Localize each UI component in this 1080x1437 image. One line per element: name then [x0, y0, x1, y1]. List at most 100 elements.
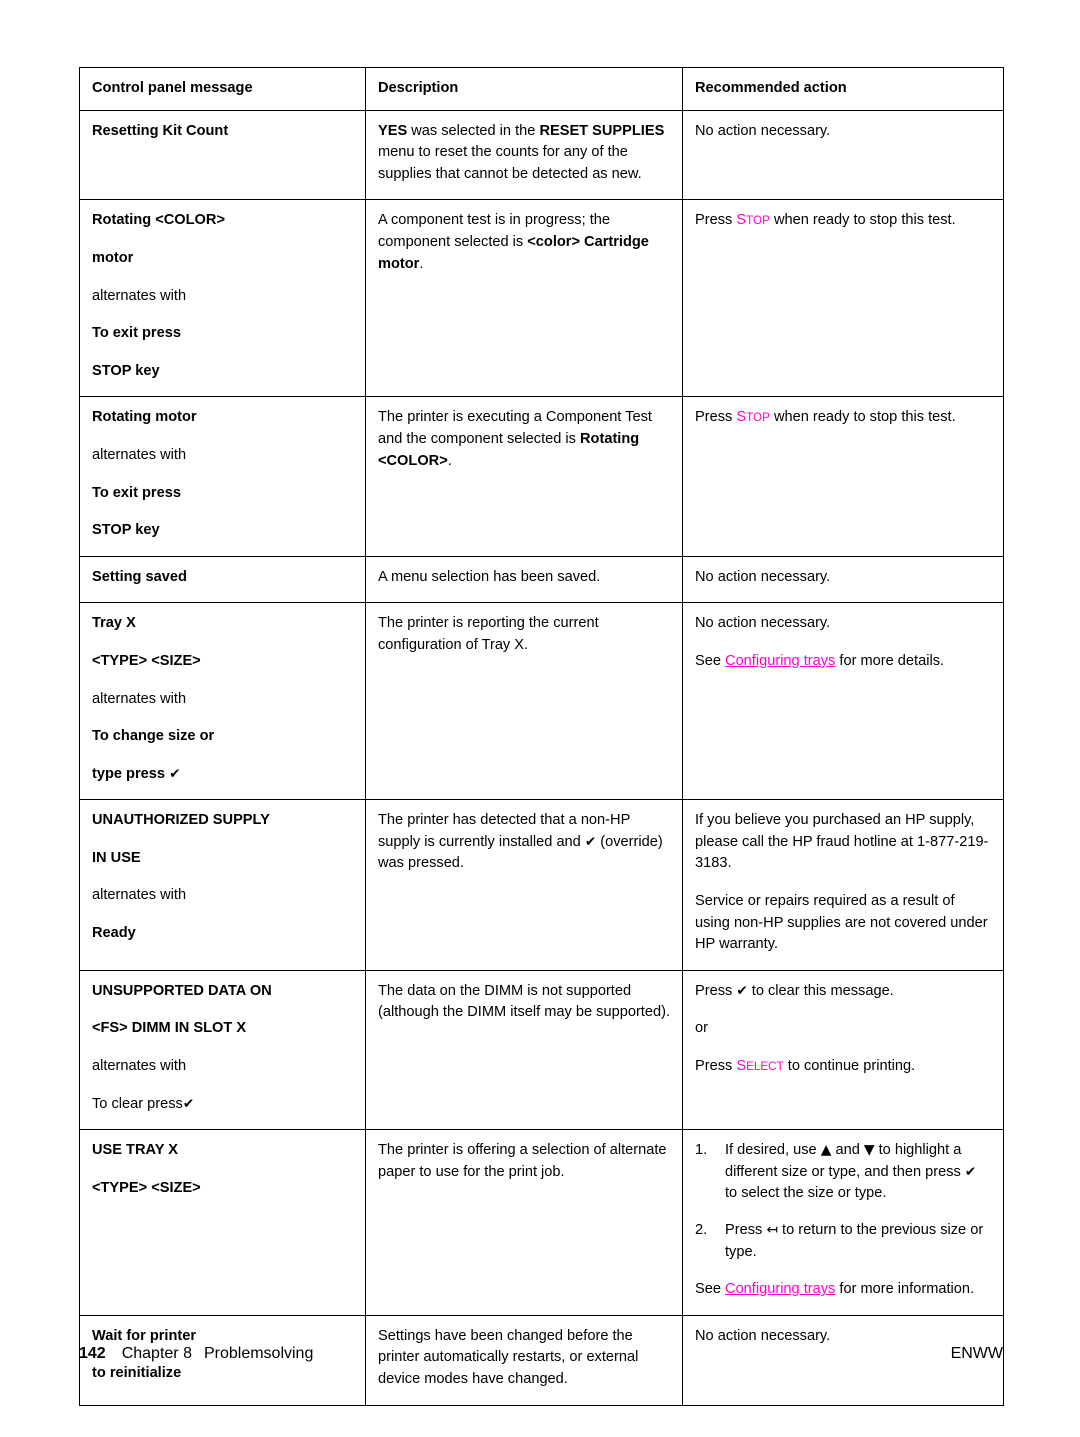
message-alternates-line: alternates with: [92, 887, 187, 904]
down-arrow-icon: ▼: [863, 1142, 875, 1159]
table-row: Rotating motor alternates with To exit pre…: [79, 396, 1004, 557]
table-row: USE TRAY X <TYPE> <SIZE> The printer is of…: [79, 1129, 1004, 1316]
cell-recommended-action: If desired, use ▲ and ▼ to highlight a d…: [682, 1129, 1004, 1316]
message-alternates-line: alternates with: [92, 690, 187, 707]
cell-control-panel-message: Rotating <COLOR> motor alternates with To e…: [79, 199, 366, 398]
message-line: motor: [92, 249, 134, 266]
message-line: Tray X: [92, 615, 136, 632]
control-key-stop: STOP: [736, 212, 770, 229]
cross-reference-link[interactable]: Configuring trays: [725, 1281, 835, 1297]
cell-description: The data on the DIMM is not supported (a…: [365, 969, 683, 1131]
message-line: <TYPE> <SIZE>: [92, 652, 201, 669]
table-row: Rotating <COLOR> motor alternates with To e…: [79, 199, 1004, 398]
cell-recommended-action: No action necessary.: [682, 555, 1004, 604]
message-line: <TYPE> <SIZE>: [92, 1179, 201, 1196]
footer-chapter: Chapter 8: [121, 1345, 192, 1362]
checkmark-icon: ✔: [736, 982, 748, 999]
message-line: UNAUTHORIZED SUPPLY: [92, 812, 270, 829]
message-line: STOP key: [92, 362, 160, 379]
description-text: A menu selection has been saved.: [378, 568, 601, 585]
cell-description: The printer is offering a selection of a…: [365, 1129, 683, 1316]
message-line: Setting saved: [92, 568, 187, 585]
message-line: To change size or: [92, 728, 215, 745]
action-paragraph: Service or repairs required as a result …: [695, 893, 988, 953]
action-step: If desired, use ▲ and ▼ to highlight a d…: [695, 1140, 977, 1202]
action-paragraph: See Configuring trays for more informati…: [695, 1281, 975, 1298]
column-header-message: Control panel message: [79, 67, 366, 111]
page-footer: 142 Chapter 8 Problemsolving ENWW: [79, 1346, 1003, 1362]
cell-control-panel-message: Tray X <TYPE> <SIZE> alternates with To cha…: [79, 602, 366, 801]
checkmark-icon: ✔: [169, 765, 181, 782]
cell-description: The printer is executing a Component Tes…: [365, 396, 683, 557]
action-paragraph: No action necessary.: [695, 122, 831, 139]
column-header-description: Description: [365, 67, 683, 111]
description-text: A component test is in progress; the com…: [378, 212, 649, 272]
cell-control-panel-message: Rotating motor alternates with To exit pre…: [79, 396, 366, 557]
description-text: The printer is offering a selection of a…: [378, 1142, 667, 1180]
emphasis-text: YES: [378, 122, 408, 139]
checkmark-icon: ✔: [964, 1163, 977, 1180]
cell-recommended-action: No action necessary. See Configuring tray…: [682, 602, 1004, 801]
message-line: <FS> DIMM IN SLOT X: [92, 1020, 247, 1037]
description-text: The printer has detected that a non-HP s…: [378, 812, 663, 872]
cell-control-panel-message: UNAUTHORIZED SUPPLY IN USE alternates with…: [79, 799, 366, 971]
message-alternates-line: alternates with: [92, 287, 187, 304]
action-paragraph: If you believe you purchased an HP suppl…: [695, 812, 989, 872]
table-header-row: Control panel message Description Recomm…: [79, 67, 1004, 111]
action-paragraph: Press STOP when ready to stop this test.: [695, 212, 956, 229]
action-paragraph: No action necessary.: [695, 1327, 831, 1344]
description-text: The data on the DIMM is not supported (a…: [378, 982, 671, 1021]
footer-section: Problemsolving: [203, 1345, 314, 1362]
emphasis-text: RESET SUPPLIES: [539, 122, 665, 139]
cross-reference-link[interactable]: Configuring trays: [725, 653, 835, 669]
cell-recommended-action: Press STOP when ready to stop this test.: [682, 396, 1004, 557]
message-alternates-line: alternates with: [92, 446, 187, 463]
action-paragraph: See Configuring trays for more details.: [695, 652, 945, 669]
action-paragraph: Press SELECT to continue printing.: [695, 1058, 916, 1075]
message-alternates-line: To clear press✔: [92, 1095, 195, 1112]
cell-description: A menu selection has been saved.: [365, 555, 683, 604]
checkmark-icon: ✔: [584, 833, 597, 850]
cell-description: YES was selected in the RESET SUPPLIES m…: [365, 109, 683, 201]
message-line: UNSUPPORTED DATA ON: [92, 982, 272, 999]
message-line: Resetting Kit Count: [92, 122, 229, 139]
description-text: YES was selected in the RESET SUPPLIES m…: [378, 122, 665, 182]
cell-recommended-action: Press ✔ to clear this message. or Press SE…: [682, 969, 1004, 1131]
cell-recommended-action: Press STOP when ready to stop this test.: [682, 199, 1004, 398]
message-line: to reinitialize: [92, 1365, 182, 1382]
cell-control-panel-message: USE TRAY X <TYPE> <SIZE>: [79, 1129, 366, 1316]
return-arrow-icon: ↤: [766, 1222, 778, 1238]
checkmark-icon: ✔: [182, 1095, 195, 1112]
action-step-list: If desired, use ▲ and ▼ to highlight a d…: [695, 1140, 991, 1263]
message-line: Rotating <COLOR>: [92, 212, 225, 229]
footer-left: 142 Chapter 8 Problemsolving: [79, 1346, 313, 1362]
message-line: USE TRAY X: [92, 1142, 178, 1159]
control-key-stop: STOP: [736, 409, 770, 426]
table-row: Resetting Kit Count YES was selected in t…: [79, 109, 1004, 201]
action-paragraph: No action necessary.: [695, 568, 831, 585]
message-line: STOP key: [92, 522, 160, 539]
table-row: UNAUTHORIZED SUPPLY IN USE alternates with…: [79, 799, 1004, 971]
message-alternates-line: alternates with: [92, 1058, 187, 1075]
control-key-select: SELECT: [736, 1058, 784, 1075]
message-line: To exit press: [92, 325, 181, 342]
message-line: To exit press: [92, 484, 181, 501]
table-body: Resetting Kit Count YES was selected in t…: [79, 109, 1004, 1406]
action-step: Press ↤ to return to the previous size o…: [695, 1220, 984, 1260]
cell-recommended-action: If you believe you purchased an HP suppl…: [682, 799, 1004, 971]
emphasis-text: <color> Cartridge motor: [378, 233, 649, 272]
cell-recommended-action: No action necessary.: [682, 109, 1004, 201]
document-page: Control panel message Description Recomm…: [0, 0, 1080, 1437]
control-panel-message-table: Control panel message Description Recomm…: [79, 67, 1004, 1406]
table-row: UNSUPPORTED DATA ON <FS> DIMM IN SLOT X al…: [79, 969, 1004, 1131]
action-paragraph: or: [695, 1020, 708, 1037]
cell-description: The printer has detected that a non-HP s…: [365, 799, 683, 971]
page-number: 142: [79, 1345, 106, 1362]
up-arrow-icon: ▲: [820, 1142, 832, 1159]
description-text: The printer is reporting the current con…: [378, 615, 599, 653]
message-line: Ready: [92, 925, 136, 942]
cell-control-panel-message: Resetting Kit Count: [79, 109, 366, 201]
cell-description: A component test is in progress; the com…: [365, 199, 683, 398]
table-row: Setting saved A menu selection has been s…: [79, 555, 1004, 604]
table-row: Tray X <TYPE> <SIZE> alternates with To cha…: [79, 602, 1004, 801]
